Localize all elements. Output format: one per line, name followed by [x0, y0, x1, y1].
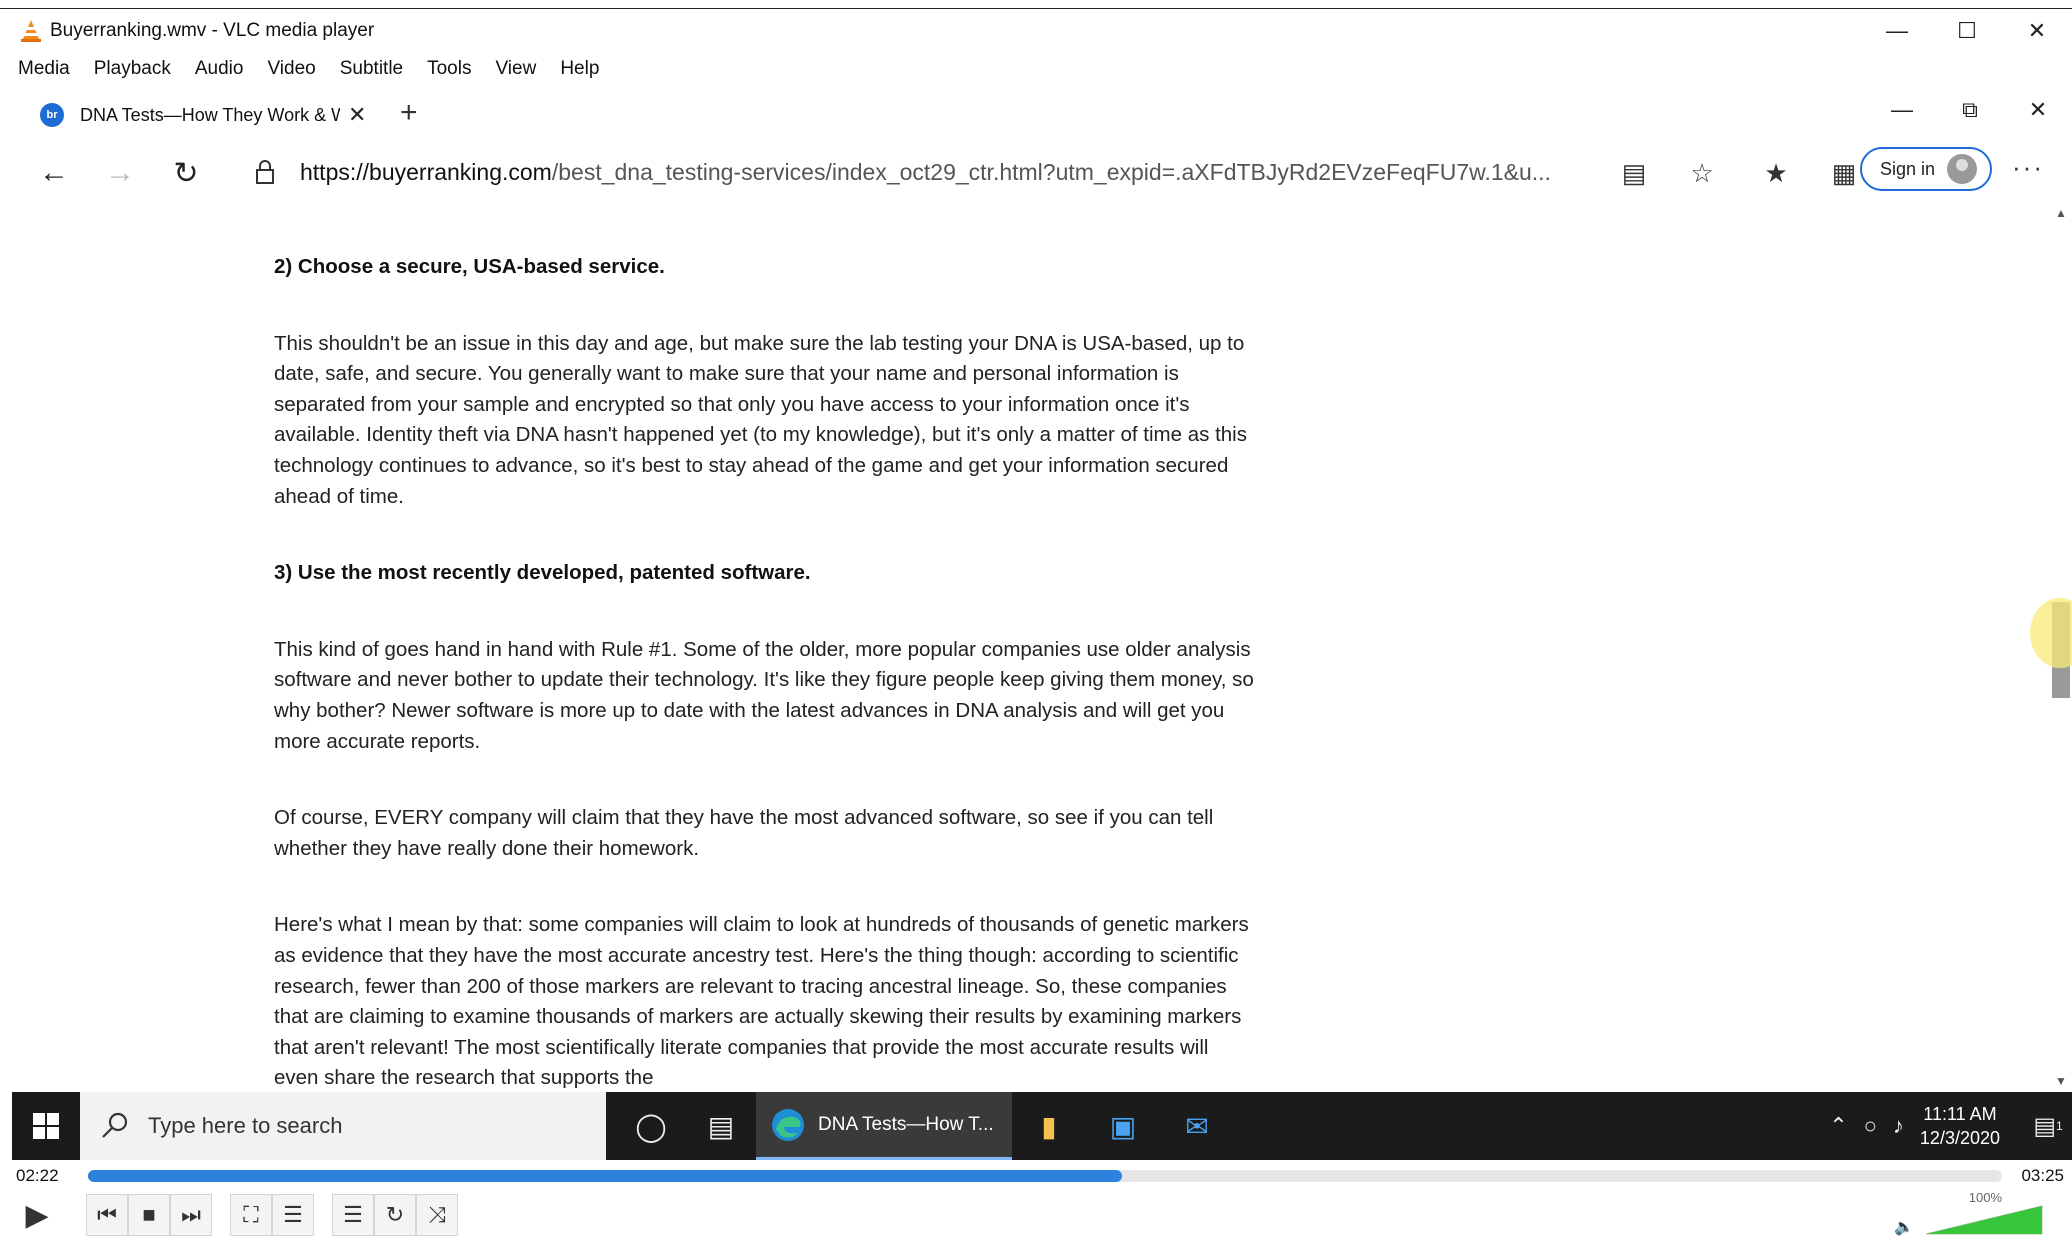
article-body: 2) Choose a secure, USA-based service. T… — [274, 202, 1254, 1092]
clock-time: 11:11 AM — [1923, 1104, 1997, 1124]
vlc-cone-icon — [21, 19, 41, 42]
paragraph-4: Here's what I mean by that: some compani… — [274, 913, 1249, 1090]
menu-media[interactable]: Media — [18, 58, 70, 80]
previous-icon[interactable]: ⏮ — [86, 1194, 128, 1236]
tray-chevron-icon[interactable]: ⌃ — [1829, 1113, 1847, 1139]
seek-bar-fill — [88, 1170, 1122, 1182]
vlc-title-bar: Buyerranking.wmv - VLC media player — ☐ … — [0, 8, 2072, 52]
clock-date: 12/3/2020 — [1919, 1128, 2000, 1148]
new-tab-icon[interactable]: + — [400, 96, 418, 130]
menu-tools[interactable]: Tools — [427, 58, 471, 80]
start-button[interactable] — [12, 1092, 80, 1160]
browser-minimize-icon[interactable]: — — [1868, 86, 1936, 134]
paragraph-1: This shouldn't be an issue in this day a… — [274, 331, 1247, 508]
search-icon — [102, 1112, 128, 1138]
menu-subtitle[interactable]: Subtitle — [340, 58, 403, 80]
url-path: /best_dna_testing-services/index_oct29_c… — [551, 158, 1551, 185]
favorite-star-icon[interactable]: ☆ — [1668, 158, 1736, 189]
sign-in-button[interactable]: Sign in — [1860, 147, 1992, 191]
notification-count: 1 — [2056, 1119, 2063, 1133]
file-explorer-icon[interactable]: ▮ — [1014, 1092, 1084, 1160]
browser-toolbar: ← → ↻ https://buyerranking.com/best_dna_… — [0, 144, 2072, 202]
search-placeholder: Type here to search — [148, 1113, 343, 1138]
system-tray: ⌃ ○ ♪ 11:11 AM 12/3/2020 ▤ 1 — [1829, 1092, 2072, 1160]
windows-logo-icon — [33, 1113, 59, 1139]
menu-help[interactable]: Help — [560, 58, 599, 80]
paragraph-3: Of course, EVERY company will claim that… — [274, 806, 1214, 860]
taskbar-clock[interactable]: 11:11 AM 12/3/2020 — [1920, 1102, 2000, 1150]
task-view-icon[interactable]: ▤ — [686, 1092, 756, 1160]
elapsed-time: 02:22 — [16, 1166, 59, 1185]
svg-text:🔈: 🔈 — [1894, 1217, 1914, 1236]
notification-icon[interactable]: ▤ 1 — [2024, 1092, 2072, 1160]
read-aloud-icon[interactable]: ▤ — [1600, 158, 1668, 189]
forward-arrow-icon[interactable]: → — [92, 149, 148, 197]
taskbar-search-box[interactable]: Type here to search — [80, 1092, 606, 1160]
total-time: 03:25 — [2021, 1166, 2064, 1185]
taskbar-edge-app[interactable]: DNA Tests—How T... — [756, 1092, 1012, 1160]
close-icon[interactable]: ✕ — [2002, 9, 2072, 53]
window-title: Buyerranking.wmv - VLC media player — [50, 19, 375, 41]
maximize-icon[interactable]: ☐ — [1932, 9, 2002, 53]
browser-restore-icon[interactable]: ⧉ — [1936, 86, 2004, 134]
volume-slider[interactable]: 100% 🔈 — [1892, 1190, 2052, 1238]
taskbar-app-label: DNA Tests—How T... — [818, 1113, 994, 1135]
store-icon[interactable]: ▣ — [1088, 1092, 1158, 1160]
speaker-icon[interactable]: ♪ — [1893, 1113, 1904, 1139]
browser-tab[interactable]: br DNA Tests—How They Work & W ✕ — [20, 92, 384, 140]
cortana-icon[interactable]: ◯ — [616, 1092, 686, 1160]
play-icon[interactable]: ▶ — [14, 1194, 60, 1236]
network-icon[interactable]: ○ — [1864, 1113, 1877, 1139]
seek-bar[interactable] — [88, 1170, 2002, 1182]
menu-video[interactable]: Video — [267, 58, 315, 80]
vlc-menu-bar: Media Playback Audio Video Subtitle Tool… — [0, 52, 2072, 86]
next-icon[interactable]: ⏭ — [170, 1194, 212, 1236]
menu-audio[interactable]: Audio — [195, 58, 244, 80]
menu-playback[interactable]: Playback — [94, 58, 171, 80]
url-domain: https://buyerranking.com — [300, 158, 552, 185]
section-heading-3: 3) Use the most recently developed, pate… — [274, 561, 811, 585]
web-page-content: 2) Choose a secure, USA-based service. T… — [0, 202, 2050, 1092]
loop-icon[interactable]: ↻ — [374, 1194, 416, 1236]
address-bar[interactable]: https://buyerranking.com/best_dna_testin… — [232, 148, 1702, 196]
more-options-icon[interactable]: ··· — [2012, 152, 2044, 183]
windows-taskbar: Type here to search ◯ ▤ DNA Tests—How T.… — [12, 1092, 2072, 1160]
url-text: https://buyerranking.com/best_dna_testin… — [300, 159, 1660, 186]
browser-close-icon[interactable]: ✕ — [2004, 86, 2072, 134]
vlc-control-bar: 02:22 03:25 ▶ ⏮ ■ ⏭ ⛶ ☰ ☰ ↻ ⤨ 100% 🔈 — [0, 1160, 2072, 1240]
browser-tab-bar: br DNA Tests—How They Work & W ✕ + — ⧉ ✕ — [0, 86, 2072, 144]
scroll-down-icon[interactable]: ▼ — [2055, 1074, 2067, 1088]
playlist-icon[interactable]: ☰ — [332, 1194, 374, 1236]
shuffle-icon[interactable]: ⤨ — [416, 1194, 458, 1236]
tab-title: DNA Tests—How They Work & W — [80, 104, 340, 125]
minimize-icon[interactable]: — — [1862, 9, 1932, 53]
avatar-icon — [1947, 154, 1978, 184]
fullscreen-icon[interactable]: ⛶ — [230, 1194, 272, 1236]
refresh-icon[interactable]: ↻ — [158, 149, 214, 197]
paragraph-2: This kind of goes hand in hand with Rule… — [274, 637, 1254, 753]
extended-settings-icon[interactable]: ☰ — [272, 1194, 314, 1236]
sign-in-label: Sign in — [1880, 158, 1936, 179]
section-heading-2: 2) Choose a secure, USA-based service. — [274, 255, 665, 278]
scroll-up-icon[interactable]: ▲ — [2055, 206, 2067, 220]
back-arrow-icon[interactable]: ← — [26, 149, 82, 197]
mail-icon[interactable]: ✉ — [1162, 1092, 1232, 1160]
edge-icon — [772, 1108, 804, 1141]
tab-close-icon[interactable]: ✕ — [348, 102, 366, 128]
lock-icon — [256, 160, 274, 184]
menu-view[interactable]: View — [495, 58, 536, 80]
site-favicon-icon: br — [40, 103, 64, 127]
favorites-list-icon[interactable]: ★ — [1742, 158, 1810, 189]
stop-icon[interactable]: ■ — [128, 1194, 170, 1236]
volume-percent: 100% — [1968, 1190, 2002, 1205]
